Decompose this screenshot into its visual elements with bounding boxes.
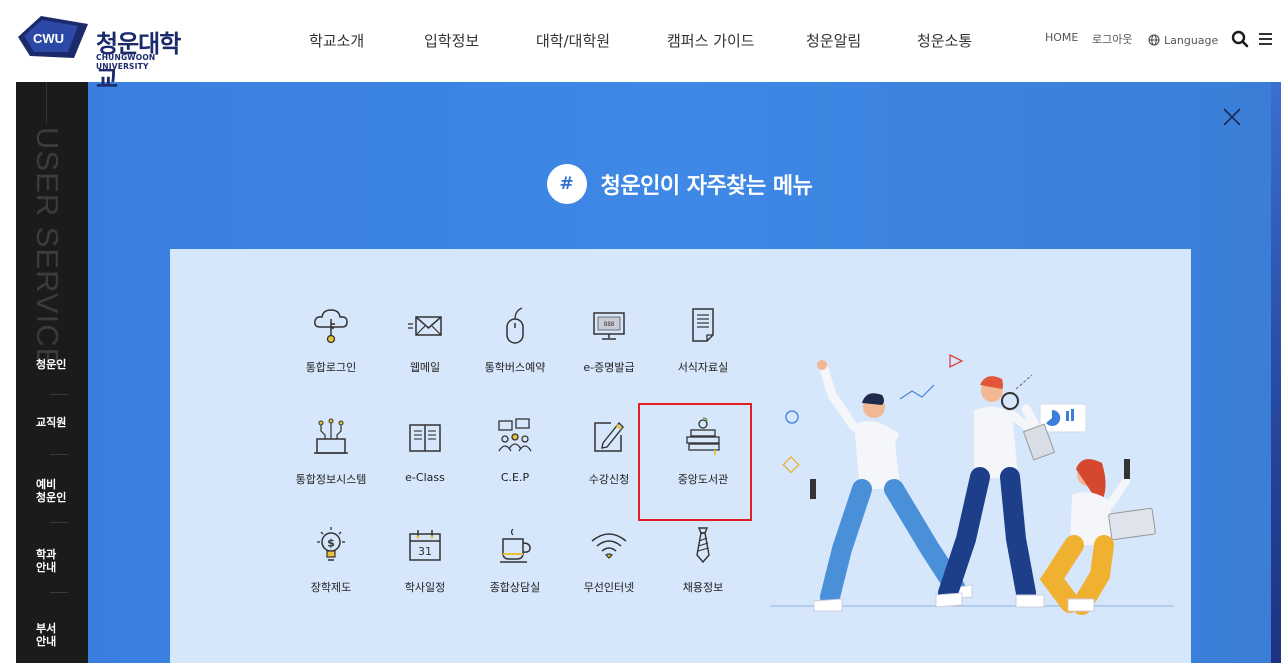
bulb-dollar-icon: $ (317, 527, 345, 561)
cloud-key-icon (314, 309, 348, 344)
site-header: CWU 청운대학교 CHUNGWOON UNIVERSITY 학교소개 입학정보… (0, 0, 1281, 93)
nav-communication[interactable]: 청운소통 (917, 30, 972, 51)
modal-title-text: 청운인이 자주찾는 메뉴 (600, 174, 813, 199)
main-navigation: 학교소개 입학정보 대학/대학원 캠퍼스 가이드 청운알림 청운소통 (0, 30, 1281, 52)
globe-icon (1148, 34, 1160, 46)
sidebar-title: USER SERVICE (30, 127, 65, 370)
frequent-menu-modal: # 청운인이 자주찾는 메뉴 통합로그인 웹메일 통학버스예약 888 e-증명… (88, 82, 1271, 663)
menu-forms[interactable]: 서식자료실 (648, 305, 758, 415)
people-chat-icon (498, 418, 532, 452)
close-icon[interactable] (1221, 106, 1243, 128)
svg-text:$: $ (327, 537, 335, 550)
library-icon (686, 417, 720, 455)
menu-library[interactable]: 중앙도서관 (648, 417, 758, 527)
calendar-day: 31 (418, 545, 432, 558)
network-icon (314, 418, 348, 454)
home-link[interactable]: HOME (1045, 31, 1078, 49)
user-service-sidebar: USER SERVICE 청운인 교직원 예비 청운인 학과 안내 부서 안내 (16, 82, 88, 663)
svg-text:888: 888 (604, 321, 615, 328)
sidebar-item-prospective[interactable]: 예비 청운인 (16, 478, 88, 504)
wifi-icon (591, 533, 627, 559)
nav-notice[interactable]: 청운알림 (806, 30, 861, 51)
sidebar-separator (50, 394, 68, 395)
sidebar-item-offices[interactable]: 부서 안내 (16, 622, 88, 648)
sidebar-item-departments[interactable]: 학과 안내 (16, 548, 88, 574)
page-background (1271, 82, 1281, 663)
hash-icon: # (546, 164, 587, 204)
sidebar-separator (50, 522, 68, 523)
search-icon[interactable] (1230, 29, 1250, 49)
modal-title: # 청운인이 자주찾는 메뉴 (88, 164, 1271, 204)
menu-label: 서식자료실 (677, 361, 729, 374)
nav-school-intro[interactable]: 학교소개 (309, 30, 364, 51)
sidebar-item-chungwoonin[interactable]: 청운인 (16, 358, 88, 371)
nav-admission[interactable]: 입학정보 (424, 30, 479, 51)
sidebar-separator (50, 454, 68, 455)
monitor-icon: 888 (593, 312, 625, 340)
nav-campus-guide[interactable]: 캠퍼스 가이드 (667, 30, 755, 51)
menu-label: 중앙도서관 (677, 473, 729, 486)
menu-label: 채용정보 (682, 581, 724, 594)
logo-english-name: CHUNGWOON UNIVERSITY (96, 53, 156, 71)
nav-college[interactable]: 대학/대학원 (536, 30, 610, 51)
mail-icon (408, 316, 442, 336)
menu-jobs[interactable]: 채용정보 (648, 525, 758, 635)
menu-icon[interactable] (1256, 29, 1276, 49)
mouse-icon (506, 307, 524, 344)
document-icon (692, 308, 714, 342)
edit-icon (594, 421, 624, 452)
language-link[interactable]: Language (1148, 31, 1218, 49)
people-illustration (770, 353, 1174, 615)
calendar-icon: 31 (409, 530, 441, 561)
logout-link[interactable]: 로그아웃 (1092, 31, 1132, 49)
coffee-icon (500, 528, 531, 563)
book-icon (409, 424, 441, 452)
language-label: Language (1164, 33, 1219, 47)
menu-panel: 통합로그인 웹메일 통학버스예약 888 e-증명발급 서식자료실 통합정보시스… (170, 249, 1191, 663)
tie-icon (696, 527, 710, 564)
sidebar-separator (50, 592, 68, 593)
sidebar-item-staff[interactable]: 교직원 (16, 416, 88, 429)
sidebar-top-line (46, 82, 47, 124)
